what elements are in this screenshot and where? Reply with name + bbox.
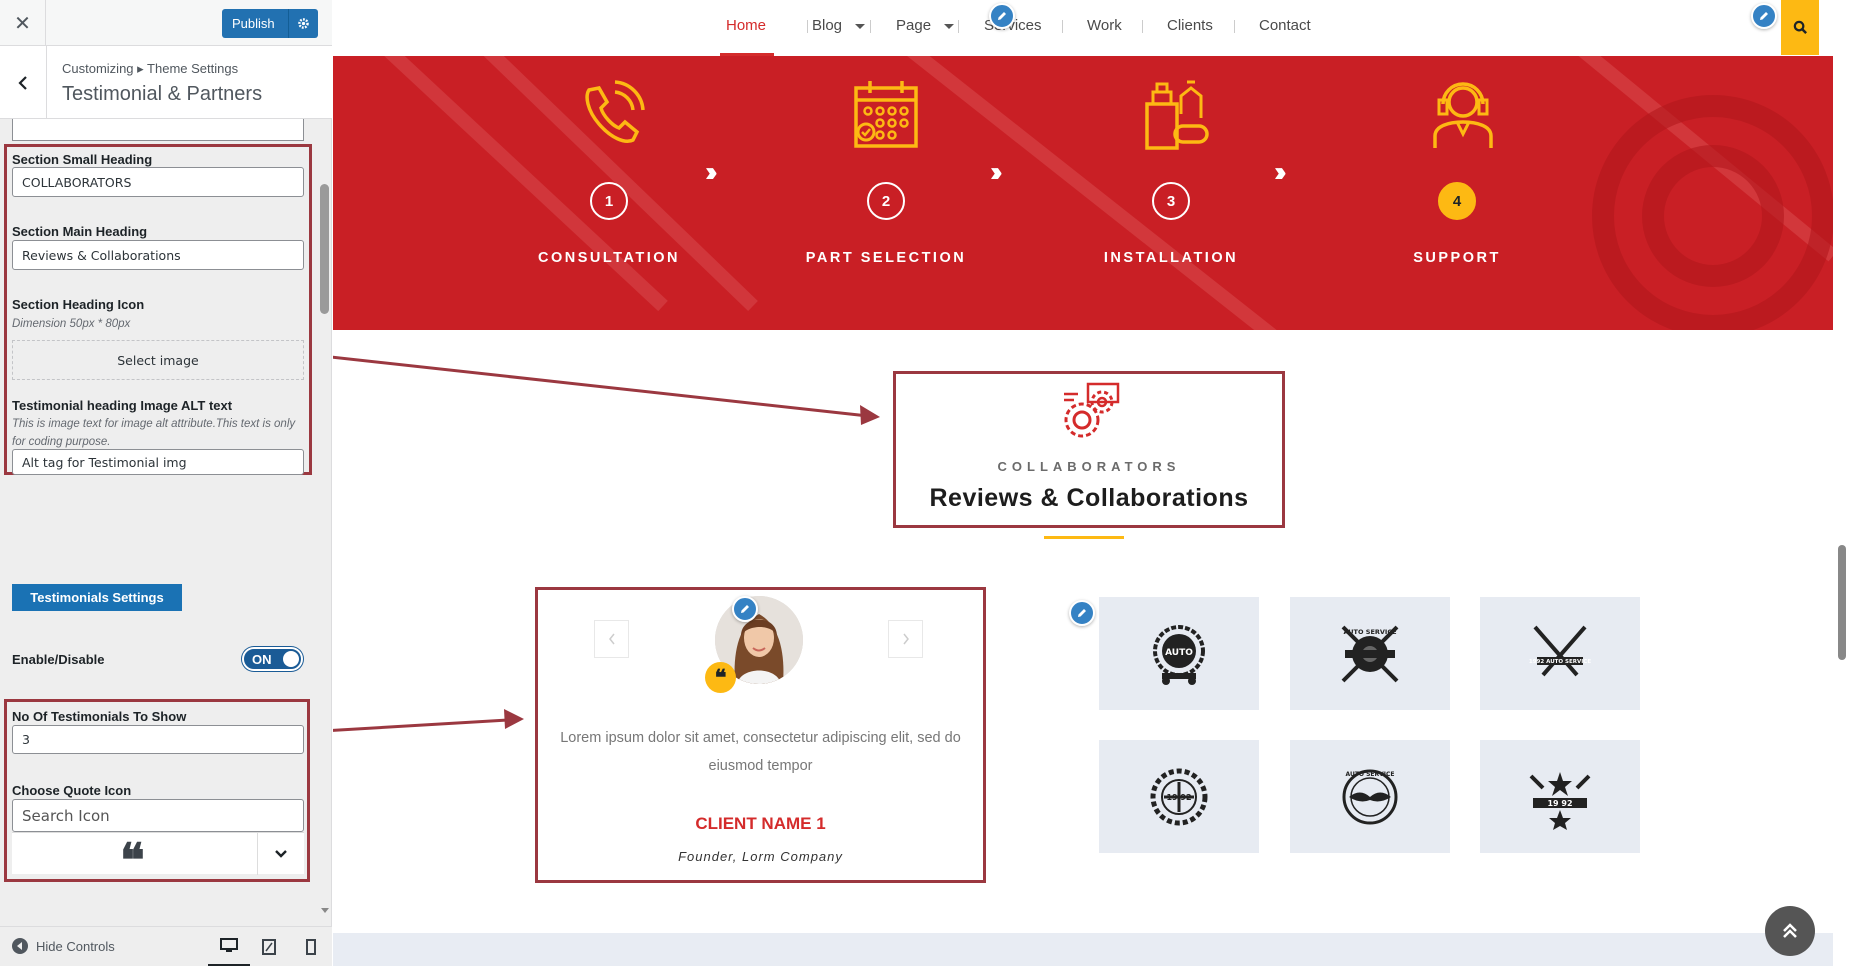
winged-auto-service-logo-icon: AUTO SERVICE xyxy=(1342,769,1398,824)
testimonial-card: ❝ Lorem ipsum dolor sit amet, consectetu… xyxy=(535,587,986,883)
client-name: CLIENT NAME 1 xyxy=(695,814,826,833)
small-heading-input[interactable]: COLLABORATORS xyxy=(12,167,304,197)
main-heading-label: Section Main Heading xyxy=(12,224,148,239)
partner-logo[interactable]: 19 92 xyxy=(1099,740,1259,853)
quote-icon-search-input[interactable]: Search Icon xyxy=(12,799,304,832)
testimonial-count-label: No Of Testimonials To Show xyxy=(12,709,187,724)
section-main-heading: Reviews & Collaborations xyxy=(929,484,1249,512)
tablet-preview-icon[interactable] xyxy=(248,927,290,966)
partner-logo[interactable]: AUTO xyxy=(1099,597,1259,710)
auto-badge-logo-icon: AUTO xyxy=(1153,624,1205,685)
chevron-down-icon[interactable] xyxy=(257,833,304,875)
toggle-state-label: ON xyxy=(252,652,272,667)
customizer-scrollbar-thumb[interactable] xyxy=(320,184,329,314)
partner-logo-text: AUTO SERVICE xyxy=(1345,771,1394,778)
chevron-right-icon xyxy=(902,633,909,645)
close-customizer-button[interactable]: ✕ xyxy=(0,0,46,46)
partner-logo[interactable]: AUTO SERVICE xyxy=(1290,740,1450,853)
partner-logo-text: 1992 AUTO SERVICE xyxy=(1529,659,1591,665)
breadcrumb: Customizing ▸ Theme Settings xyxy=(62,61,239,76)
mobile-preview-icon[interactable] xyxy=(290,927,332,966)
heading-icon-label: Section Heading Icon xyxy=(12,297,145,312)
scroll-down-arrow-icon[interactable] xyxy=(320,907,330,915)
small-heading-label: Section Small Heading xyxy=(12,152,153,167)
partial-input[interactable] xyxy=(12,119,304,141)
next-slide-button[interactable] xyxy=(888,620,923,658)
auto-service-logo-icon: AUTO SERVICE xyxy=(1341,625,1399,682)
section-small-heading: COLLABORATORS xyxy=(997,459,1181,474)
next-section-background xyxy=(333,933,1833,966)
customizer-panel: ✕ Publish Customizing ▸ Theme Settings T… xyxy=(0,0,332,966)
prev-slide-button[interactable] xyxy=(594,620,629,658)
collapse-arrow-icon xyxy=(12,938,28,954)
stars-1992-logo-icon: 19 92 xyxy=(1529,771,1591,830)
double-chevron-up-icon xyxy=(1783,923,1797,938)
chevron-left-icon xyxy=(608,633,615,645)
chevron-left-icon xyxy=(18,75,27,90)
partner-logo-text: 19 92 xyxy=(1547,799,1572,808)
wrenches-1992-logo-icon: 1992 AUTO SERVICE xyxy=(1529,625,1591,676)
partner-logo-text: AUTO SERVICE xyxy=(1343,628,1396,636)
partner-logo-text: AUTO xyxy=(1165,648,1193,658)
edit-pencil-icon[interactable] xyxy=(1069,600,1095,626)
quote-icon-label: Choose Quote Icon xyxy=(12,783,132,798)
testimonials-settings-button[interactable]: Testimonials Settings xyxy=(12,584,182,611)
partner-logo[interactable]: 19 92 xyxy=(1480,740,1640,853)
quote-badge-icon: ❝ xyxy=(705,662,736,693)
enable-toggle[interactable]: ON xyxy=(242,647,303,671)
alt-text-description: This is image text for image alt attribu… xyxy=(12,418,296,448)
customizer-header: ✕ Publish xyxy=(0,0,332,46)
page-scrollbar-thumb[interactable] xyxy=(1838,545,1846,660)
desktop-preview-icon[interactable] xyxy=(208,927,250,966)
alt-text-input[interactable]: Alt tag for Testimonial img xyxy=(12,449,304,475)
scroll-to-top-button[interactable] xyxy=(1765,906,1815,956)
gear-1992-logo-icon: 19 92 xyxy=(1150,768,1208,825)
main-heading-input[interactable]: Reviews & Collaborations xyxy=(12,240,304,270)
partner-logo[interactable]: 1992 AUTO SERVICE xyxy=(1480,597,1640,710)
heading-underline xyxy=(1044,536,1124,539)
partner-logo[interactable]: AUTO SERVICE xyxy=(1290,597,1450,710)
customizer-controls: Section Small Heading COLLABORATORS Sect… xyxy=(0,119,332,919)
customizer-footer: Hide Controls xyxy=(0,926,332,966)
partner-logo-text: 19 92 xyxy=(1166,793,1191,802)
publish-label: Publish xyxy=(232,16,275,31)
section-heading-box: COLLABORATORS Reviews & Collaborations xyxy=(893,371,1285,528)
engine-gear-icon xyxy=(1064,382,1120,438)
toggle-knob xyxy=(283,651,299,667)
quote-icon-picker[interactable]: ❝ xyxy=(12,832,304,883)
publish-settings-gear-icon[interactable] xyxy=(288,9,318,38)
testimonial-count-input[interactable]: 3 xyxy=(12,725,304,754)
site-preview: Home Blog Page Services Work Clients Con… xyxy=(333,0,1850,966)
heading-icon-description: Dimension 50px * 80px xyxy=(12,318,131,330)
client-role: Founder, Lorm Company xyxy=(678,849,843,864)
section-title: Testimonial & Partners xyxy=(62,83,263,105)
edit-pencil-icon[interactable] xyxy=(732,596,758,622)
hide-controls-button[interactable]: Hide Controls xyxy=(12,938,115,954)
publish-button[interactable]: Publish xyxy=(222,9,318,38)
section-title-bar: Customizing ▸ Theme Settings Testimonial… xyxy=(0,46,332,119)
alt-text-label: Testimonial heading Image ALT text xyxy=(12,398,233,413)
enable-disable-label: Enable/Disable xyxy=(12,652,105,667)
quote-left-icon: ❝ xyxy=(120,833,145,887)
back-button[interactable] xyxy=(0,46,47,119)
testimonial-text: Lorem ipsum dolor sit amet, consectetur … xyxy=(560,730,961,774)
hide-controls-label: Hide Controls xyxy=(36,938,115,954)
select-image-button[interactable]: Select image xyxy=(12,340,304,380)
